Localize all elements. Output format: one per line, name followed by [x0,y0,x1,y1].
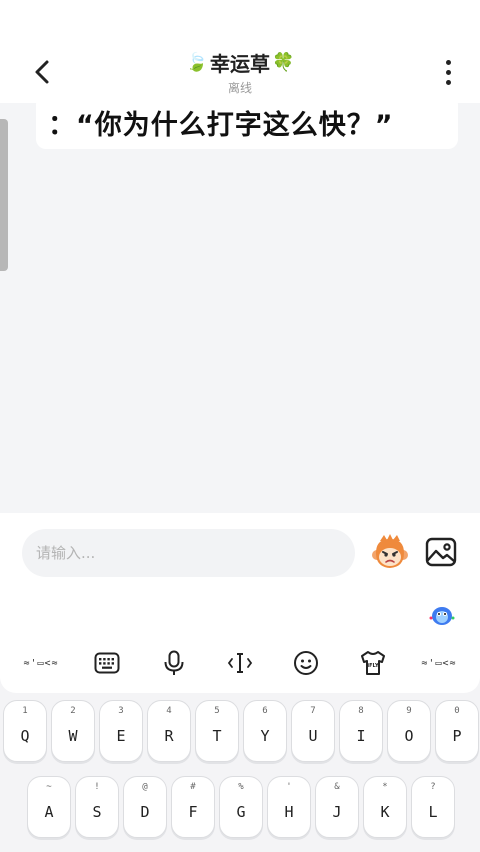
key-primary-label: I [356,727,366,745]
keyboard-toolbar-panel: ≈'▭<≈ iFLY ≈'▭<≈ [0,593,480,693]
key-secondary-label: 3 [118,706,124,716]
message-text: ：“你为什么打字这么快？” [48,109,394,141]
key-r[interactable]: 4R [147,700,191,762]
toolbar-right-button[interactable]: ≈'▭<≈ [420,644,458,682]
image-icon [425,537,457,567]
contact-status: 离线 [227,81,252,95]
key-secondary-label: * [382,782,388,792]
key-secondary-label: 9 [406,706,412,716]
emoji-button[interactable] [370,533,410,573]
key-primary-label: S [92,803,102,821]
key-primary-label: Q [20,727,30,745]
cursor-edit-button[interactable] [221,644,259,682]
key-primary-label: E [116,727,126,745]
keyboard-switch-button[interactable] [88,644,126,682]
header-title-block: 🍃 幸运草 🍀 离线 [0,48,480,96]
more-dot [445,79,451,85]
key-primary-label: K [380,803,390,821]
key-t[interactable]: 5T [195,700,239,762]
key-o[interactable]: 9O [387,700,431,762]
key-secondary-label: % [238,782,244,792]
key-primary-label: A [44,803,54,821]
ai-assistant-button[interactable] [428,601,456,629]
key-secondary-label: @ [142,782,148,792]
key-secondary-label: 5 [214,706,220,716]
clover-icon: 🍀 [272,52,295,73]
key-primary-label: T [212,727,222,745]
key-f[interactable]: # F [171,776,215,838]
key-secondary-label: ~ [46,782,52,792]
key-secondary-label: # [190,782,196,792]
key-secondary-label: 7 [310,706,316,716]
key-p[interactable]: 0P [435,700,479,762]
key-primary-label: W [68,727,78,745]
ai-bird-icon [429,607,455,625]
more-dot [445,69,451,75]
key-primary-label: H [284,803,294,821]
key-secondary-label: ' [286,782,292,792]
key-secondary-label: 1 [22,706,28,716]
key-h[interactable]: ' H [267,776,311,838]
key-y[interactable]: 6Y [243,700,287,762]
contact-name-text: 幸运草 [210,52,270,76]
toolbar-left-label: ≈'▭<≈ [23,657,59,669]
key-secondary-label: 6 [262,706,268,716]
chat-screen: 🍃 幸运草 🍀 离线 ：“你为什么打字这么快？” 请输入... ≈'▭<≈ iF… [0,0,480,852]
key-a[interactable]: ~ A [27,776,71,838]
key-secondary-label: 4 [166,706,172,716]
emoji-panel-button[interactable] [287,644,325,682]
chat-header: 🍃 幸运草 🍀 离线 [0,0,480,103]
message-bubble[interactable]: ：“你为什么打字这么快？” [36,103,458,149]
leaf-icon: 🍃 [185,52,208,73]
key-secondary-label: ? [430,782,436,792]
key-primary-label: Y [260,727,270,745]
key-primary-label: L [428,803,438,821]
key-primary-label: J [332,803,342,821]
key-w[interactable]: 2W [51,700,95,762]
scroll-handle[interactable] [0,119,8,271]
key-d[interactable]: @ D [123,776,167,838]
key-primary-label: G [236,803,246,821]
keyboard-icon [94,652,120,674]
monkey-emoji-icon [372,534,408,568]
contact-name: 🍃 幸运草 🍀 [0,48,480,77]
key-secondary-label: 2 [70,706,76,716]
key-primary-label: O [404,727,414,745]
key-secondary-label: & [334,782,340,792]
key-secondary-label: ! [94,782,100,792]
message-input[interactable] [22,529,355,577]
key-primary-label: U [308,727,318,745]
key-primary-label: F [188,803,198,821]
soft-keyboard: ≈'▭<≈ iFLY ≈'▭<≈ 1 Q 2 W 3 E 4 R 5 T 6 Y… [0,593,480,852]
key-u[interactable]: 7U [291,700,335,762]
chat-message-area[interactable]: ：“你为什么打字这么快？” [0,103,480,513]
ifly-label: iFLY [367,663,379,669]
ifly-shirt-icon: iFLY [360,651,385,675]
key-secondary-label: 8 [358,706,364,716]
key-primary-label: R [164,727,174,745]
toolbar-right-label: ≈'▭<≈ [421,657,457,669]
key-q[interactable]: 1Q [3,700,47,762]
more-vertical-icon [445,59,451,65]
key-i[interactable]: 8I [339,700,383,762]
keyboard-toolbar: ≈'▭<≈ iFLY ≈'▭<≈ [0,641,480,685]
key-j[interactable]: & J [315,776,359,838]
microphone-icon [164,650,184,675]
key-secondary-label: 0 [454,706,460,716]
key-l[interactable]: ? L [411,776,455,838]
key-e[interactable]: 3E [99,700,143,762]
key-primary-label: P [452,727,462,745]
more-options-button[interactable] [434,56,462,88]
composer-bar [0,513,480,593]
key-s[interactable]: ! S [75,776,119,838]
key-k[interactable]: * K [363,776,407,838]
smiley-icon [294,651,319,675]
toolbar-left-button[interactable]: ≈'▭<≈ [22,644,60,682]
voice-input-button[interactable] [155,644,193,682]
key-g[interactable]: % G [219,776,263,838]
skin-button[interactable]: iFLY [354,644,392,682]
image-button[interactable] [424,535,458,569]
key-primary-label: D [140,803,150,821]
text-cursor-icon [227,653,253,673]
